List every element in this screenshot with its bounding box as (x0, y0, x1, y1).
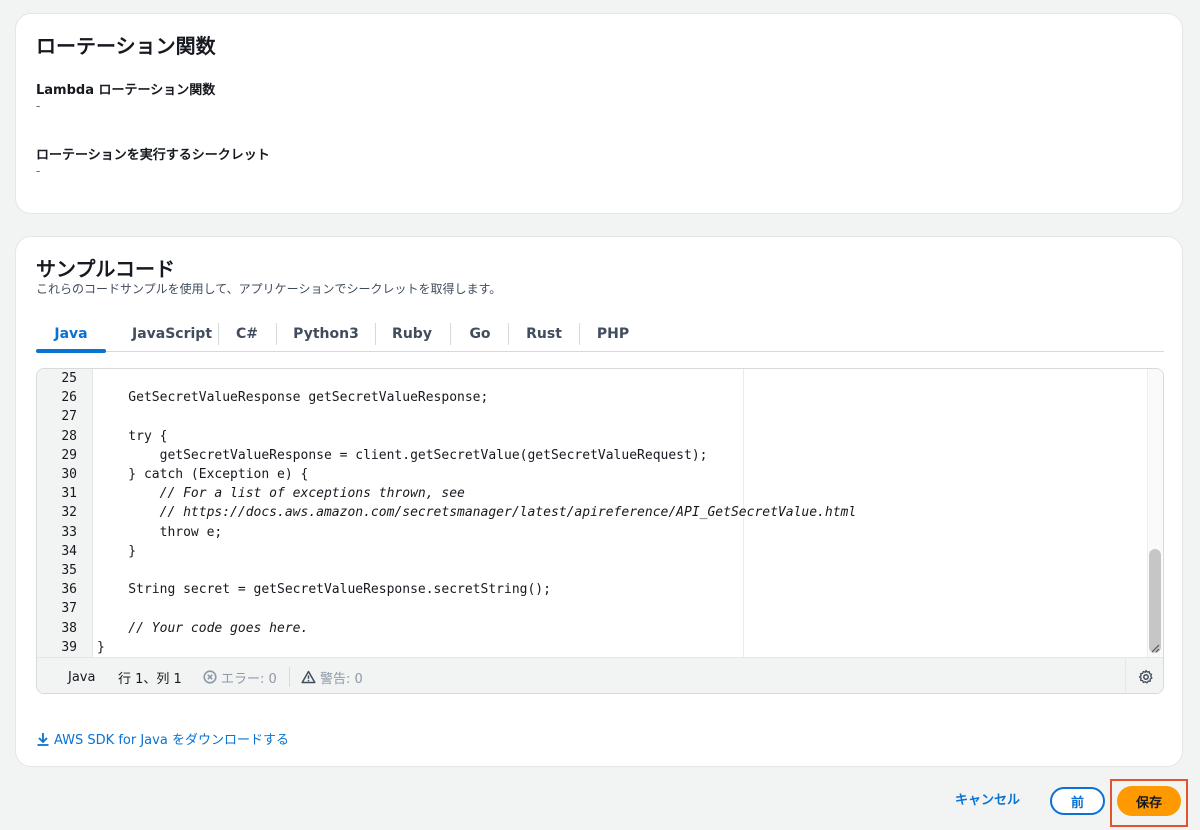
code-line[interactable]: // For a list of exceptions thrown, see (97, 484, 465, 503)
sample-code-panel: サンプルコード これらのコードサンプルを使用して、アプリケーションでシークレット… (15, 236, 1183, 767)
status-cursor-position: 行 1、列 1 (118, 671, 182, 687)
tab-python3[interactable]: Python3 (286, 317, 366, 351)
line-number: 32 (61, 505, 77, 521)
code-editor[interactable]: Java 行 1、列 1 エラー: 0 警告: 0 25 26 GetSecre… (36, 368, 1164, 694)
download-sdk-link-text[interactable]: AWS SDK for Java をダウンロードする (54, 729, 289, 748)
editor-settings-button[interactable] (1125, 658, 1163, 693)
tab-go[interactable]: Go (460, 317, 500, 351)
line-number: 26 (61, 390, 77, 406)
line-number: 36 (61, 582, 77, 598)
line-number: 33 (61, 524, 77, 540)
previous-button[interactable]: 前 (1050, 787, 1105, 815)
line-number: 27 (61, 409, 77, 425)
line-number: 29 (61, 447, 77, 463)
code-line[interactable]: getSecretValueResponse = client.getSecre… (97, 446, 708, 465)
status-warnings[interactable]: 警告: 0 (301, 658, 363, 693)
line-number: 35 (61, 563, 77, 578)
rotating-secret-value: - (36, 164, 41, 178)
line-number: 37 (61, 601, 77, 617)
line-number: 38 (61, 620, 77, 636)
rotation-function-panel: ローテーション関数 Lambda ローテーション関数 - ローテーションを実行す… (15, 13, 1183, 214)
editor-scrollbar[interactable] (1147, 369, 1163, 657)
status-warnings-text: 警告: 0 (320, 671, 363, 687)
code-line[interactable]: } catch (Exception e) { (97, 465, 308, 484)
lambda-rotation-label: Lambda ローテーション関数 (36, 83, 216, 98)
tab-divider (579, 323, 580, 345)
sample-code-description: これらのコードサンプルを使用して、アプリケーションでシークレットを取得します。 (36, 282, 502, 296)
tab-php[interactable]: PHP (588, 317, 638, 351)
gear-icon (1138, 669, 1153, 684)
sample-code-title: サンプルコード (36, 257, 175, 281)
line-number: 25 (61, 371, 77, 386)
code-line[interactable]: } (97, 542, 136, 561)
editor-status-bar: Java 行 1、列 1 エラー: 0 警告: 0 (37, 657, 1163, 693)
resize-handle-icon[interactable] (1150, 643, 1160, 653)
language-tabs: Java JavaScript C# Python3 Ruby Go Rust … (36, 317, 1164, 353)
error-icon (203, 670, 217, 684)
tab-java[interactable]: Java (36, 317, 106, 353)
line-number: 28 (61, 428, 77, 444)
status-errors[interactable]: エラー: 0 (203, 658, 277, 693)
line-number: 31 (61, 486, 77, 502)
status-divider (289, 667, 290, 687)
save-button[interactable]: 保存 (1117, 786, 1181, 816)
download-icon (37, 732, 49, 746)
tab-divider (375, 323, 376, 345)
cancel-button[interactable]: キャンセル (955, 790, 1020, 812)
tab-divider (508, 323, 509, 345)
code-line[interactable]: // Your code goes here. (97, 619, 308, 638)
line-number: 39 (61, 639, 77, 655)
tab-divider (450, 323, 451, 345)
tab-ruby[interactable]: Ruby (384, 317, 440, 351)
line-number: 34 (61, 543, 77, 559)
lambda-rotation-value: - (36, 99, 41, 113)
status-errors-text: エラー: 0 (221, 671, 277, 687)
rotation-section-title: ローテーション関数 (36, 34, 216, 58)
tab-divider (276, 323, 277, 345)
tab-javascript[interactable]: JavaScript (122, 317, 222, 351)
tab-rust[interactable]: Rust (516, 317, 572, 351)
tab-csharp[interactable]: C# (228, 317, 266, 351)
line-number: 30 (61, 467, 77, 482)
download-sdk-link[interactable]: AWS SDK for Java をダウンロードする (36, 729, 289, 748)
code-line[interactable]: String secret = getSecretValueResponse.s… (97, 580, 551, 599)
code-line[interactable]: GetSecretValueResponse getSecretValueRes… (97, 388, 488, 407)
code-line[interactable]: try { (97, 427, 167, 446)
code-line[interactable]: // https://docs.aws.amazon.com/secretsma… (97, 503, 857, 522)
tab-divider (218, 323, 219, 345)
rotating-secret-label: ローテーションを実行するシークレット (36, 148, 270, 163)
code-line[interactable]: } (97, 638, 105, 657)
warning-icon (301, 670, 316, 684)
editor-scrollbar-thumb[interactable] (1149, 549, 1161, 653)
status-language: Java (68, 669, 96, 685)
code-line[interactable]: throw e; (97, 523, 223, 542)
